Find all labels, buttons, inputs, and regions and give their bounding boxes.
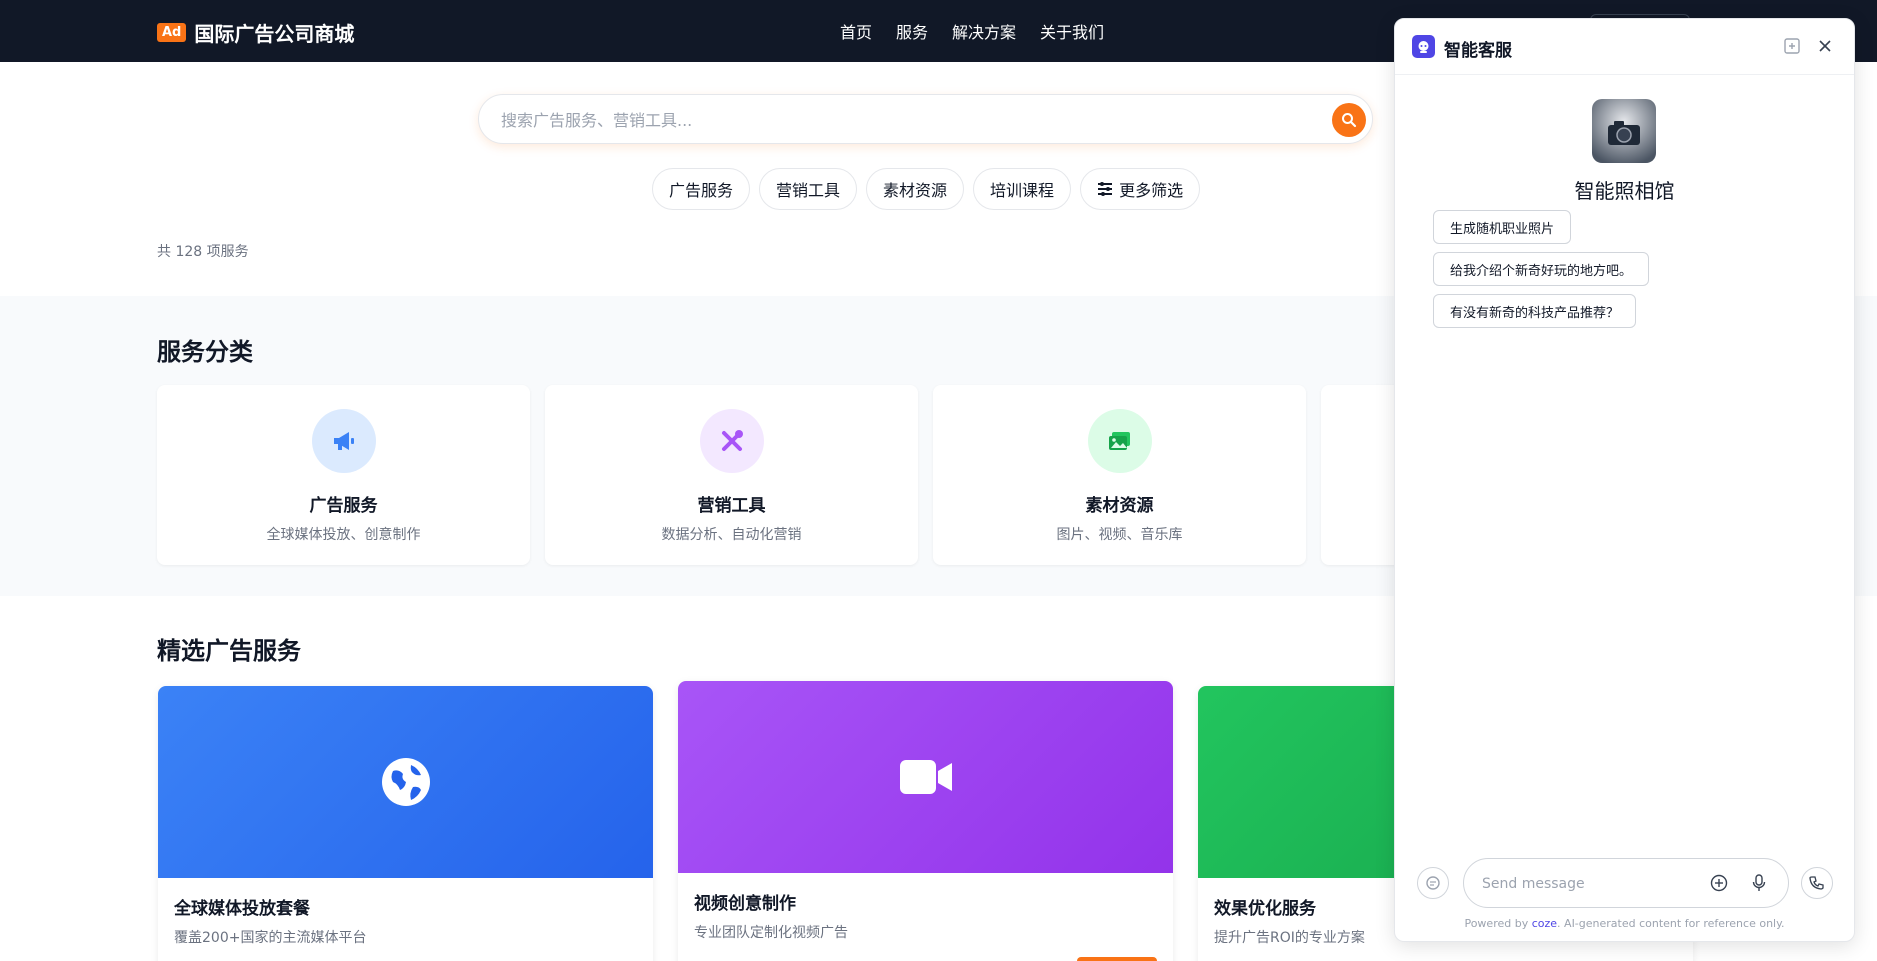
tools-icon xyxy=(699,409,764,473)
chip-label: 培训课程 xyxy=(990,181,1055,200)
category-title: 素材资源 xyxy=(1085,496,1154,516)
featured-desc: 覆盖200+国家的主流媒体平台 xyxy=(174,930,367,946)
site-logo[interactable]: Ad 国际广告公司商城 xyxy=(157,18,354,47)
category-card-ad-services[interactable]: 广告服务 全球媒体投放、创意制作 xyxy=(157,385,530,565)
phone-icon xyxy=(1809,876,1824,890)
search-bar xyxy=(478,94,1373,144)
search-icon xyxy=(1342,113,1357,128)
globe-icon xyxy=(381,758,430,806)
video-icon xyxy=(899,760,952,794)
featured-section-title: 精选广告服务 xyxy=(157,637,301,665)
category-card-assets[interactable]: 素材资源 图片、视频、音乐库 xyxy=(933,385,1306,565)
filter-chips: 广告服务 营销工具 素材资源 培训课程 更多筛选 xyxy=(652,168,1201,210)
chat-footer-note: Powered by coze. AI-generated content fo… xyxy=(1395,917,1854,930)
voice-call-button[interactable] xyxy=(1801,867,1833,899)
chip-label: 营销工具 xyxy=(776,181,841,200)
chip-label: 素材资源 xyxy=(883,181,948,200)
footer-prefix: Powered by xyxy=(1464,917,1532,930)
add-attachment-icon[interactable] xyxy=(1710,874,1728,892)
chip-label: 更多筛选 xyxy=(1119,181,1184,200)
footer-brand-link[interactable]: coze xyxy=(1532,917,1557,930)
category-desc: 数据分析、自动化营销 xyxy=(661,527,802,543)
main-nav: 首页 服务 解决方案 关于我们 xyxy=(840,19,1104,43)
search-button[interactable] xyxy=(1332,103,1366,137)
search-input[interactable] xyxy=(501,105,1301,135)
images-icon xyxy=(1087,409,1152,473)
logo-text: 国际广告公司商城 xyxy=(194,22,355,46)
footer-suffix: . AI-generated content for reference onl… xyxy=(1557,917,1785,930)
chat-widget: 智能客服 智能照相馆 生成随机职业照片 给我介绍个新奇好玩的地方吧。 有没有新奇… xyxy=(1394,18,1855,942)
bot-avatar xyxy=(1592,99,1656,163)
featured-card-global-media[interactable]: 全球媒体投放套餐 覆盖200+国家的主流媒体平台 xyxy=(158,686,653,961)
category-card-marketing-tools[interactable]: 营销工具 数据分析、自动化营销 xyxy=(545,385,918,565)
featured-title: 视频创意制作 xyxy=(694,894,796,914)
chat-bubble-icon xyxy=(1426,876,1440,890)
megaphone-icon xyxy=(311,409,376,473)
nav-link-solutions[interactable]: 解决方案 xyxy=(952,19,1016,43)
featured-hero xyxy=(158,686,653,878)
microphone-icon[interactable] xyxy=(1752,874,1766,892)
filter-chip-training[interactable]: 培训课程 xyxy=(973,168,1072,210)
filter-chip-assets[interactable]: 素材资源 xyxy=(866,168,965,210)
nav-link-about[interactable]: 关于我们 xyxy=(1040,19,1104,43)
featured-title: 全球媒体投放套餐 xyxy=(174,899,310,919)
category-section-title: 服务分类 xyxy=(157,338,253,366)
filter-chip-more[interactable]: 更多筛选 xyxy=(1080,168,1201,210)
result-count: 共 128 项服务 xyxy=(157,244,249,260)
category-desc: 全球媒体投放、创意制作 xyxy=(266,527,421,543)
chat-history-button[interactable] xyxy=(1417,867,1449,899)
featured-card-video[interactable]: 视频创意制作 专业团队定制化视频广告 xyxy=(678,681,1173,961)
chat-message-input[interactable] xyxy=(1482,872,1702,896)
featured-action-button[interactable] xyxy=(1077,957,1157,961)
close-icon[interactable] xyxy=(1816,37,1834,55)
suggestion-chip[interactable]: 生成随机职业照片 xyxy=(1433,210,1572,244)
filter-chip-ad-services[interactable]: 广告服务 xyxy=(652,168,751,210)
sliders-icon xyxy=(1098,182,1113,196)
featured-hero xyxy=(678,681,1173,873)
category-title: 营销工具 xyxy=(697,496,766,516)
chip-label: 广告服务 xyxy=(669,181,734,200)
category-desc: 图片、视频、音乐库 xyxy=(1056,527,1183,543)
category-title: 广告服务 xyxy=(309,496,378,516)
bot-name: 智能照相馆 xyxy=(1574,179,1675,203)
new-chat-icon[interactable] xyxy=(1783,37,1801,55)
chat-input-box xyxy=(1463,858,1789,908)
suggestion-chip[interactable]: 有没有新奇的科技产品推荐？ xyxy=(1433,294,1637,328)
logo-badge: Ad xyxy=(157,23,187,42)
nav-link-services[interactable]: 服务 xyxy=(896,19,928,43)
chat-logo-icon xyxy=(1412,35,1435,58)
featured-desc: 专业团队定制化视频广告 xyxy=(694,925,848,941)
chat-header: 智能客服 xyxy=(1395,19,1854,75)
nav-link-home[interactable]: 首页 xyxy=(840,19,872,43)
chat-title: 智能客服 xyxy=(1444,41,1512,61)
suggestion-chip[interactable]: 给我介绍个新奇好玩的地方吧。 xyxy=(1433,252,1650,286)
filter-chip-marketing-tools[interactable]: 营销工具 xyxy=(759,168,858,210)
